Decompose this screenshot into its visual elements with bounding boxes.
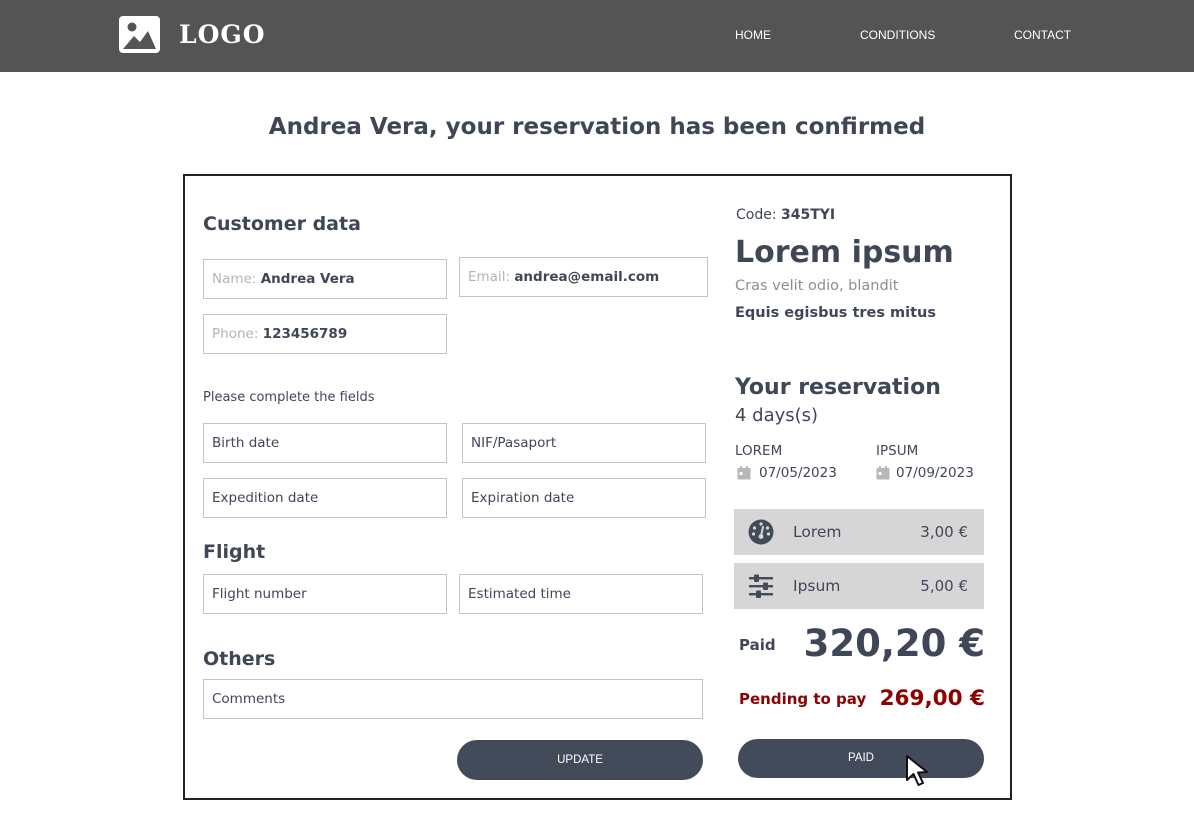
expiration-date-field[interactable]: Expiration date	[462, 478, 706, 518]
extra-item-price: 5,00 €	[920, 577, 968, 595]
expedition-date-field[interactable]: Expedition date	[203, 478, 447, 518]
calendar-icon	[737, 466, 751, 480]
paid-button[interactable]: PAID	[738, 739, 984, 778]
phone-field[interactable]: Phone: 123456789	[203, 314, 447, 354]
email-field-label: Email:	[468, 269, 511, 285]
summary-subtitle: Cras velit odio, blandit	[735, 278, 899, 294]
reservation-days: 4 days(s)	[735, 405, 819, 426]
code-value: 345TYI	[781, 207, 836, 223]
end-date-value: 07/09/2023	[896, 465, 974, 481]
calendar-icon	[876, 466, 890, 480]
estimated-time-field[interactable]: Estimated time	[459, 574, 703, 614]
flight-heading: Flight	[203, 541, 266, 563]
email-field-value: andrea@email.com	[514, 269, 660, 285]
paid-label: Paid	[739, 636, 776, 654]
others-heading: Others	[203, 648, 276, 670]
name-field[interactable]: Name: Andrea Vera	[203, 259, 447, 299]
name-field-label: Name:	[212, 271, 257, 287]
extra-item-name: Ipsum	[793, 577, 841, 595]
extra-item-row: Ipsum 5,00 €	[734, 563, 984, 609]
reservation-code: Code: 345TYI	[736, 206, 835, 224]
complete-fields-note: Please complete the fields	[203, 390, 375, 405]
end-date-label: IPSUM	[876, 443, 919, 459]
nav-conditions-link[interactable]: CONDITIONS	[860, 28, 935, 42]
image-icon[interactable]	[119, 16, 160, 53]
customer-data-heading: Customer data	[203, 213, 361, 235]
birth-date-field[interactable]: Birth date	[203, 423, 447, 463]
top-navigation-bar: LOGO HOME CONDITIONS CONTACT	[0, 0, 1194, 72]
nav-contact-link[interactable]: CONTACT	[1014, 28, 1071, 42]
page-title: Andrea Vera, your reservation has been c…	[268, 114, 926, 140]
pending-to-pay-label: Pending to pay	[739, 690, 867, 708]
nav-home-link[interactable]: HOME	[735, 28, 771, 42]
extra-item-price: 3,00 €	[920, 523, 968, 541]
paid-amount: 320,20 €	[803, 622, 985, 665]
flight-number-field[interactable]: Flight number	[203, 574, 447, 614]
email-field[interactable]: Email: andrea@email.com	[459, 257, 708, 297]
start-date-value: 07/05/2023	[759, 465, 837, 481]
mouse-pointer-icon	[906, 755, 928, 786]
name-field-value: Andrea Vera	[260, 271, 355, 287]
phone-field-label: Phone:	[212, 326, 259, 342]
gauge-icon	[748, 519, 774, 545]
extra-item-row: Lorem 3,00 €	[734, 509, 984, 555]
summary-subtitle-bold: Equis egisbus tres mitus	[735, 305, 937, 321]
start-date-label: LOREM	[735, 443, 783, 459]
extra-item-name: Lorem	[793, 523, 842, 541]
summary-title: Lorem ipsum	[735, 235, 954, 270]
nif-passport-field[interactable]: NIF/Pasaport	[462, 423, 706, 463]
logo-text[interactable]: LOGO	[179, 20, 265, 50]
pending-to-pay-amount: 269,00 €	[879, 686, 985, 711]
code-label: Code:	[736, 207, 777, 223]
your-reservation-heading: Your reservation	[735, 375, 941, 400]
sliders-icon	[749, 574, 773, 598]
comments-field[interactable]: Comments	[203, 679, 703, 719]
update-button[interactable]: UPDATE	[457, 740, 703, 780]
phone-field-value: 123456789	[262, 326, 348, 342]
